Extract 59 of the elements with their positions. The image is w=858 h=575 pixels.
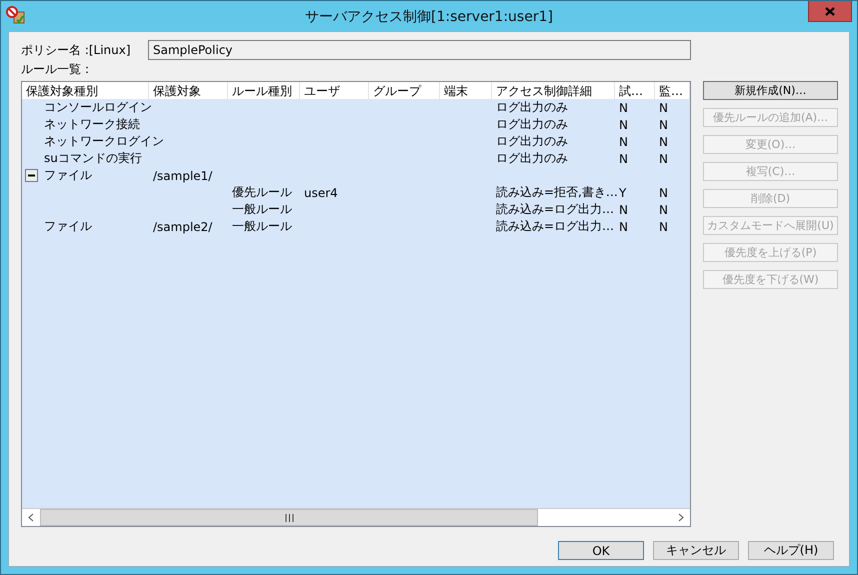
column-header[interactable]: 監… <box>655 82 690 99</box>
table-cell: ネットワーク接続 <box>44 116 140 133</box>
action-button[interactable]: 新規作成(N)… <box>703 81 838 100</box>
table-cell: 一般ルール <box>232 218 292 235</box>
window-title: サーバアクセス制御[1:server1:user1] <box>304 8 554 26</box>
table-cell: N <box>659 202 668 216</box>
collapse-button[interactable] <box>25 169 38 182</box>
table-cell: ファイル <box>44 218 92 235</box>
table-cell: コンソールログイン <box>44 99 152 116</box>
table-cell: suコマンドの実行 <box>44 150 142 167</box>
table-cell: N <box>619 152 628 166</box>
dialog-button[interactable]: ヘルプ(H) <box>748 541 834 560</box>
column-header[interactable]: ルール種別 <box>228 82 300 99</box>
table-cell: ログ出力のみ <box>496 116 568 133</box>
table-cell: N <box>659 186 668 200</box>
table-cell: user4 <box>304 186 338 200</box>
chevron-left-icon <box>28 513 34 522</box>
table-cell: ログ出力のみ <box>496 133 568 150</box>
column-header[interactable]: 試… <box>615 82 655 99</box>
close-icon <box>825 6 835 16</box>
policy-label: ポリシー名 :[Linux] <box>21 42 132 58</box>
table-cell: N <box>659 100 668 114</box>
table-cell: N <box>619 134 628 148</box>
grip-icon <box>284 514 294 522</box>
chevron-right-icon <box>678 513 684 522</box>
table-cell: N <box>619 118 628 132</box>
policy-name-field[interactable]: SamplePolicy <box>148 40 691 60</box>
table-cell: ネットワークログイン <box>44 133 164 150</box>
app-icon <box>6 6 26 24</box>
horizontal-scrollbar[interactable] <box>22 508 690 526</box>
dialog-button[interactable]: OK <box>558 541 644 560</box>
table-cell: 一般ルール <box>232 201 292 218</box>
table-cell: ログ出力のみ <box>496 150 568 167</box>
table-cell: 読み込み=ログ出力… <box>496 218 614 235</box>
table-cell: 優先ルール <box>232 184 292 201</box>
table-cell: N <box>619 220 628 234</box>
table-cell: Y <box>619 186 626 200</box>
table-cell: ログ出力のみ <box>496 99 568 116</box>
table-cell: N <box>659 118 668 132</box>
column-header[interactable]: 保護対象 <box>149 82 228 99</box>
table-cell: N <box>619 202 628 216</box>
table-cell: ファイル <box>44 167 92 184</box>
column-header[interactable]: 保護対象種別 <box>22 82 149 99</box>
column-header[interactable]: ユーザ <box>300 82 369 99</box>
table-cell: N <box>659 152 668 166</box>
table-cell: 読み込み=拒否,書き… <box>496 184 618 201</box>
rule-list-label: ルール一覧： <box>21 61 93 78</box>
column-header[interactable]: グループ <box>369 82 440 99</box>
table-cell: /sample2/ <box>153 220 212 234</box>
column-header[interactable]: アクセス制御詳細 <box>492 82 615 99</box>
dialog-button[interactable]: キャンセル <box>653 541 739 560</box>
table-cell: 読み込み=ログ出力… <box>496 201 614 218</box>
close-button[interactable] <box>808 1 852 22</box>
table-cell: N <box>659 220 668 234</box>
column-header[interactable]: 端末 <box>440 82 492 99</box>
table-cell: N <box>659 134 668 148</box>
table-cell: N <box>619 100 628 114</box>
table-cell: /sample1/ <box>153 168 212 182</box>
scrollbar-thumb[interactable] <box>40 509 538 526</box>
